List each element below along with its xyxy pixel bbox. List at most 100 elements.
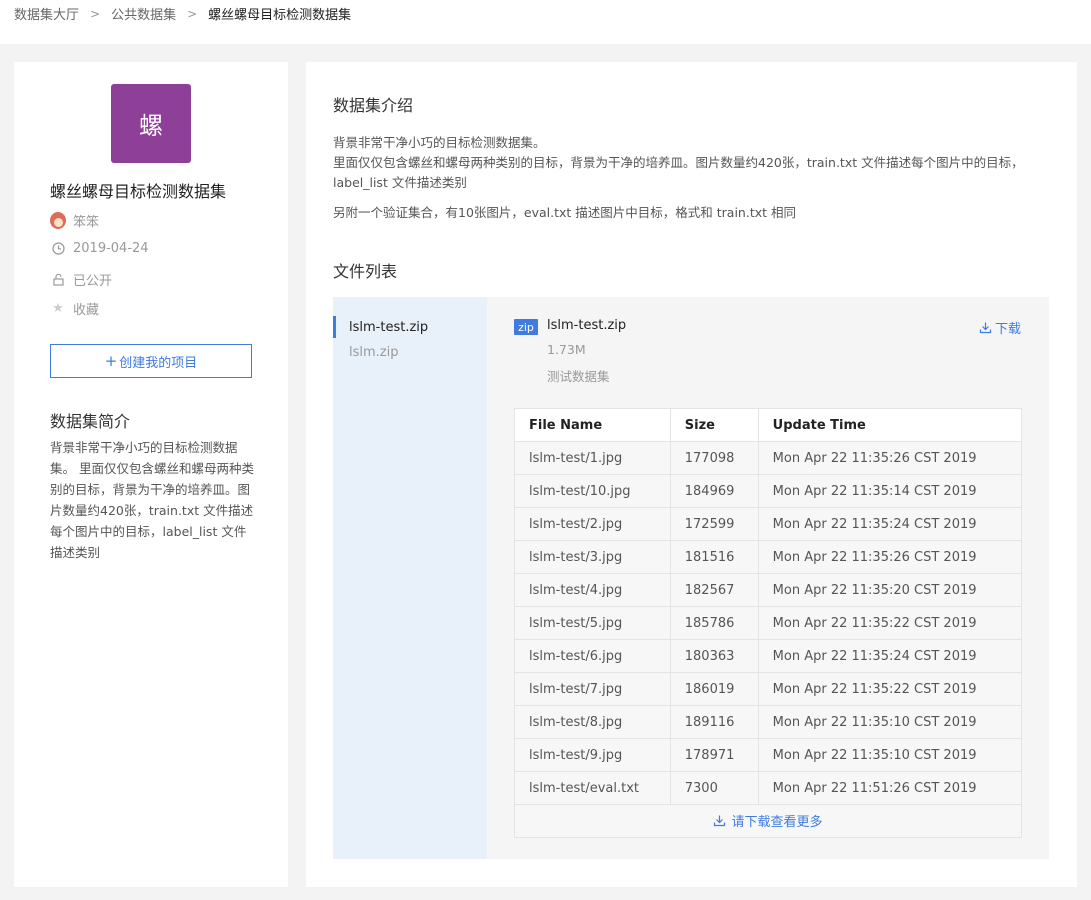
file-item-lslm-test-zip[interactable]: lslm-test.zip	[333, 316, 487, 338]
breadcrumb-separator-icon: >	[187, 6, 198, 21]
column-header-file-name: File Name	[514, 408, 671, 442]
update-time-cell: Mon Apr 22 11:35:24 CST 2019	[757, 639, 1023, 673]
selected-file-size: 1.73M	[547, 342, 586, 357]
dataset-logo: 螺	[111, 84, 191, 163]
file-size-cell: 177098	[669, 441, 759, 475]
star-icon[interactable]: ★	[50, 301, 66, 317]
file-size-cell: 185786	[669, 606, 759, 640]
update-time-cell: Mon Apr 22 11:35:22 CST 2019	[757, 606, 1023, 640]
favorite-row[interactable]: ★ 收藏	[50, 299, 99, 318]
file-size-cell: 7300	[669, 771, 759, 805]
visibility-row: 已公开	[50, 270, 112, 289]
selected-file-name: lslm-test.zip	[547, 318, 627, 333]
update-time-cell: Mon Apr 22 11:35:24 CST 2019	[757, 507, 1023, 541]
dataset-sidebar: 螺 螺丝螺母目标检测数据集 笨笨 2019-04-24 已公开 ★ 收藏 + 创…	[14, 62, 288, 887]
download-label: 下载	[995, 322, 1022, 337]
favorite-label[interactable]: 收藏	[73, 299, 99, 318]
publish-date: 2019-04-24	[73, 240, 149, 256]
table-row: lslm-test/5.jpg 185786 Mon Apr 22 11:35:22…	[514, 606, 1023, 640]
dataset-intro-title: 数据集介绍	[333, 96, 414, 115]
table-row: lslm-test/3.jpg 181516 Mon Apr 22 11:35:26…	[514, 540, 1023, 574]
file-size-cell: 186019	[669, 672, 759, 706]
date-row: 2019-04-24	[50, 240, 149, 256]
intro-text: 背景非常干净小巧的目标检测数据集。 里面仅仅包含螺丝和螺母两种类别的目标，背景为…	[50, 440, 254, 560]
table-row: lslm-test/6.jpg 180363 Mon Apr 22 11:35:24…	[514, 639, 1023, 673]
create-project-button[interactable]: + 创建我的项目	[50, 344, 252, 378]
update-time-cell: Mon Apr 22 11:35:26 CST 2019	[757, 441, 1023, 475]
update-time-cell: Mon Apr 22 11:35:20 CST 2019	[757, 573, 1023, 607]
download-more-label: 请下载查看更多	[731, 815, 823, 830]
more-cell: 请下载查看更多	[514, 804, 1022, 838]
zip-file-icon: zip	[514, 319, 538, 335]
breadcrumb-dataset-hall[interactable]: 数据集大厅	[14, 4, 79, 23]
table-footer-row: 请下载查看更多	[514, 804, 1022, 838]
download-button[interactable]: 下载	[979, 318, 1021, 337]
table-row: lslm-test/2.jpg 172599 Mon Apr 22 11:35:24…	[514, 507, 1023, 541]
table-row: lslm-test/eval.txt 7300 Mon Apr 22 11:51:2…	[514, 771, 1023, 805]
file-size-cell: 172599	[669, 507, 759, 541]
table-header-row: File Name Size Update Time	[514, 408, 1023, 442]
update-time-cell: Mon Apr 22 11:51:26 CST 2019	[757, 771, 1023, 805]
breadcrumb: 数据集大厅 > 公共数据集 > 螺丝螺母目标检测数据集	[14, 4, 352, 24]
breadcrumb-separator-icon: >	[90, 6, 101, 21]
file-name-cell: lslm-test/eval.txt	[514, 771, 671, 805]
selected-file-description: 测试数据集	[547, 369, 610, 384]
description-line: 里面仅仅包含螺丝和螺母两种类别的目标，背景为干净的培养皿。图片数量约420张，t…	[333, 155, 1024, 190]
file-name-cell: lslm-test/1.jpg	[514, 441, 671, 475]
table-row: lslm-test/8.jpg 189116 Mon Apr 22 11:35:10…	[514, 705, 1023, 739]
file-name-cell: lslm-test/9.jpg	[514, 738, 671, 772]
file-list-title: 文件列表	[333, 262, 398, 281]
main-panel: 数据集介绍 背景非常干净小巧的目标检测数据集。 里面仅仅包含螺丝和螺母两种类别的…	[306, 62, 1077, 887]
plus-icon: +	[104, 352, 118, 370]
update-time-cell: Mon Apr 22 11:35:10 CST 2019	[757, 738, 1023, 772]
file-name-cell: lslm-test/8.jpg	[514, 705, 671, 739]
download-more-link[interactable]: 请下载查看更多	[713, 811, 823, 830]
file-size-cell: 178971	[669, 738, 759, 772]
file-list: lslm-test.zip lslm.zip	[333, 297, 487, 859]
table-row: lslm-test/9.jpg 178971 Mon Apr 22 11:35:10…	[514, 738, 1023, 772]
file-name-cell: lslm-test/4.jpg	[514, 573, 671, 607]
download-icon	[714, 815, 726, 827]
breadcrumb-current: 螺丝螺母目标检测数据集	[208, 8, 352, 23]
file-size-cell: 180363	[669, 639, 759, 673]
table-row: lslm-test/7.jpg 186019 Mon Apr 22 11:35:22…	[514, 672, 1023, 706]
author-name[interactable]: 笨笨	[73, 211, 99, 230]
table-row: lslm-test/10.jpg 184969 Mon Apr 22 11:35:1…	[514, 474, 1023, 508]
file-name-cell: lslm-test/5.jpg	[514, 606, 671, 640]
author-row: 笨笨	[50, 211, 99, 230]
file-name-cell: lslm-test/6.jpg	[514, 639, 671, 673]
top-bar: 数据集大厅 > 公共数据集 > 螺丝螺母目标检测数据集	[0, 0, 1091, 44]
avatar	[50, 212, 66, 229]
intro-heading: 数据集简介	[50, 412, 131, 431]
column-header-size: Size	[669, 408, 759, 442]
update-time-cell: Mon Apr 22 11:35:26 CST 2019	[757, 540, 1023, 574]
clock-icon	[50, 240, 66, 256]
dataset-title: 螺丝螺母目标检测数据集	[50, 182, 227, 201]
file-size-cell: 181516	[669, 540, 759, 574]
file-item-lslm-zip[interactable]: lslm.zip	[333, 341, 487, 363]
description-line: 背景非常干净小巧的目标检测数据集。	[333, 135, 546, 150]
file-table: File Name Size Update Time lslm-test/1.j…	[514, 408, 1023, 838]
file-name-cell: lslm-test/10.jpg	[514, 474, 671, 508]
description-line: 另附一个验证集合，有10张图片，eval.txt 描述图片中目标，格式和 tra…	[333, 205, 796, 220]
create-project-label: 创建我的项目	[119, 355, 198, 371]
dataset-description: 背景非常干净小巧的目标检测数据集。 里面仅仅包含螺丝和螺母两种类别的目标，背景为…	[333, 133, 1053, 223]
update-time-cell: Mon Apr 22 11:35:10 CST 2019	[757, 705, 1023, 739]
table-row: lslm-test/4.jpg 182567 Mon Apr 22 11:35:20…	[514, 573, 1023, 607]
file-size-cell: 182567	[669, 573, 759, 607]
breadcrumb-public-datasets[interactable]: 公共数据集	[111, 4, 176, 23]
download-icon	[979, 322, 992, 334]
file-size-cell: 184969	[669, 474, 759, 508]
file-name-cell: lslm-test/2.jpg	[514, 507, 671, 541]
table-row: lslm-test/1.jpg 177098 Mon Apr 22 11:35:26…	[514, 441, 1023, 475]
file-name-cell: lslm-test/3.jpg	[514, 540, 671, 574]
update-time-cell: Mon Apr 22 11:35:22 CST 2019	[757, 672, 1023, 706]
unlock-icon	[50, 272, 66, 288]
column-header-update-time: Update Time	[757, 408, 1023, 442]
file-size-cell: 189116	[669, 705, 759, 739]
file-browser: lslm-test.zip lslm.zip zip lslm-test.zip…	[333, 297, 1049, 859]
update-time-cell: Mon Apr 22 11:35:14 CST 2019	[757, 474, 1023, 508]
visibility-status: 已公开	[73, 274, 113, 289]
file-name-cell: lslm-test/7.jpg	[514, 672, 671, 706]
file-detail: zip lslm-test.zip 1.73M 测试数据集 下载 File Na…	[487, 297, 1049, 859]
